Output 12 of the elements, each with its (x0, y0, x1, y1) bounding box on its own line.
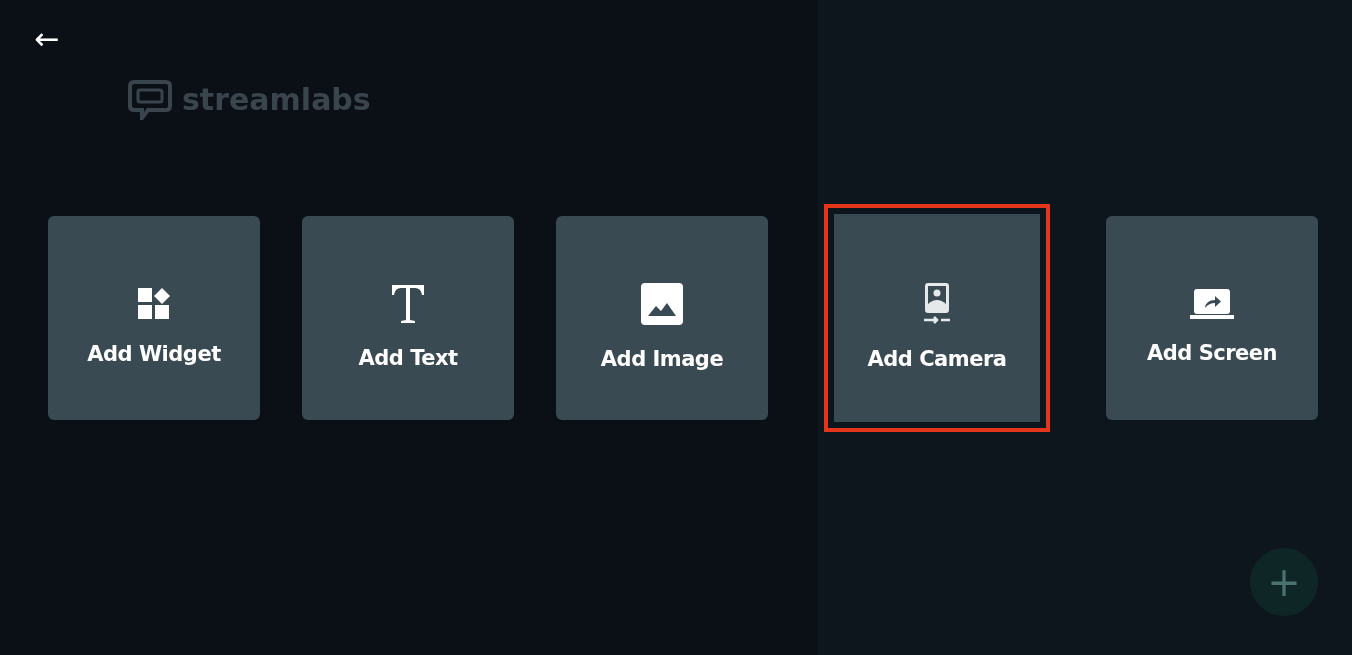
back-button[interactable]: ← (30, 22, 64, 56)
image-icon (641, 283, 683, 325)
add-source-card[interactable]: Add Text (302, 216, 514, 420)
add-source-card[interactable]: Add Screen (1106, 216, 1318, 420)
widget-icon (138, 288, 170, 320)
camera-icon (924, 283, 950, 325)
add-source-card[interactable]: Add Widget (48, 216, 260, 420)
logo-icon (128, 78, 172, 120)
add-source-card[interactable]: Add Camera (824, 204, 1050, 432)
screen-share-icon (1190, 289, 1234, 319)
text-icon (391, 284, 425, 324)
add-source-card[interactable]: Add Image (556, 216, 768, 420)
